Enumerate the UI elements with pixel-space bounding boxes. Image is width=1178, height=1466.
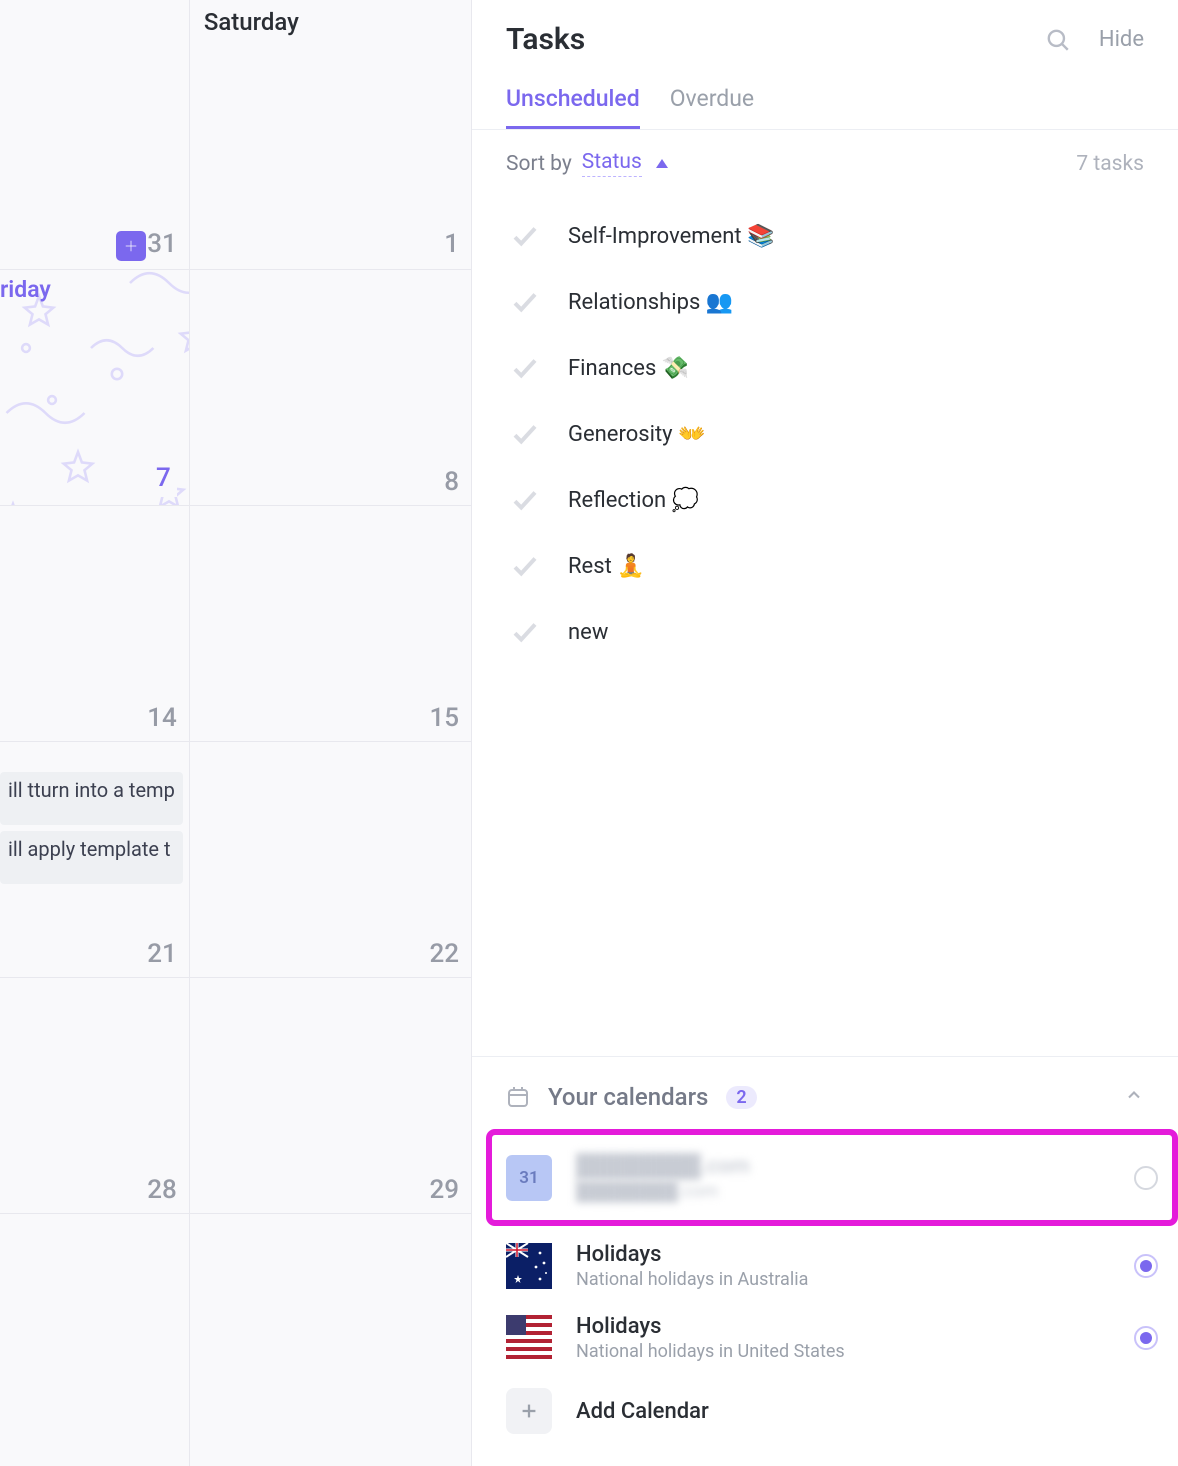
date-number: 21 bbox=[147, 939, 177, 969]
add-calendar-label: Add Calendar bbox=[576, 1399, 709, 1424]
calendar-name: Holidays bbox=[576, 1314, 845, 1339]
chip-sub bbox=[8, 863, 175, 878]
your-calendars-header[interactable]: Your calendars 2 bbox=[472, 1083, 1178, 1131]
calendar-cell[interactable]: 29 bbox=[190, 978, 471, 1214]
tabs: Unscheduled Overdue bbox=[472, 57, 1178, 130]
sort-label: Sort by bbox=[506, 152, 572, 176]
check-icon[interactable] bbox=[510, 287, 540, 317]
flag-au-icon bbox=[506, 1243, 552, 1289]
tab-unscheduled[interactable]: Unscheduled bbox=[506, 85, 640, 129]
calendar-radio[interactable] bbox=[1134, 1326, 1158, 1350]
day-header-friday: 31 bbox=[0, 0, 189, 270]
flag-us-icon bbox=[506, 1315, 552, 1361]
task-label: Generosity 👐 bbox=[568, 422, 705, 447]
task-item[interactable]: Finances 💸 bbox=[510, 335, 1158, 401]
calendar-grid: 31 bbox=[0, 0, 472, 1466]
plus-icon bbox=[518, 1400, 540, 1422]
date-number: 8 bbox=[444, 467, 459, 497]
task-item[interactable]: Self-Improvement 📚 bbox=[510, 203, 1158, 269]
plus-icon bbox=[122, 237, 140, 255]
task-label: Finances 💸 bbox=[568, 356, 689, 381]
calendar-task-chip[interactable]: ill tturn into a temp bbox=[0, 772, 183, 825]
calendar-icon bbox=[506, 1085, 530, 1109]
task-item[interactable]: Reflection 💭 bbox=[510, 467, 1158, 533]
task-label: new bbox=[568, 620, 608, 645]
check-icon[interactable] bbox=[510, 485, 540, 515]
calendar-cell[interactable]: ill tturn into a temp ill apply template… bbox=[0, 742, 189, 978]
calendar-list: ████████.com ████████.com Holidays Natio… bbox=[472, 1135, 1178, 1466]
calendar-cell[interactable]: 22 bbox=[190, 742, 471, 978]
calendar-cell[interactable]: riday 7 bbox=[0, 270, 189, 506]
date-number: 1 bbox=[444, 229, 459, 259]
add-event-button[interactable] bbox=[116, 231, 146, 261]
collapse-button[interactable] bbox=[1124, 1085, 1144, 1109]
check-icon[interactable] bbox=[510, 617, 540, 647]
task-count: 7 tasks bbox=[1076, 152, 1144, 176]
chevron-up-icon bbox=[1124, 1085, 1144, 1105]
calendar-cell[interactable]: 28 bbox=[0, 978, 189, 1214]
calendar-column-saturday: Saturday 1 8 15 22 29 bbox=[190, 0, 471, 1466]
calendar-sub: ████████.com bbox=[576, 1181, 750, 1202]
chip-sub bbox=[8, 804, 175, 819]
sort-bar: Sort by Status 7 tasks bbox=[472, 130, 1178, 197]
date-number: 29 bbox=[429, 1175, 459, 1205]
date-number: 7 bbox=[150, 459, 177, 497]
day-header-saturday: Saturday 1 bbox=[190, 0, 471, 270]
task-label: Self-Improvement 📚 bbox=[568, 224, 774, 249]
task-item[interactable]: new bbox=[510, 599, 1158, 665]
plus-box-icon bbox=[506, 1388, 552, 1434]
google-calendar-icon bbox=[506, 1155, 552, 1201]
weekday-label: Saturday bbox=[204, 8, 457, 36]
date-number: 22 bbox=[429, 939, 459, 969]
date-number: 14 bbox=[147, 703, 177, 733]
check-icon[interactable] bbox=[510, 551, 540, 581]
holiday-label: riday bbox=[0, 276, 51, 303]
date-number: 28 bbox=[147, 1175, 177, 1205]
chip-title: ill apply template t bbox=[8, 837, 171, 861]
calendar-cell[interactable]: 15 bbox=[190, 506, 471, 742]
task-item[interactable]: Rest 🧘 bbox=[510, 533, 1158, 599]
search-icon[interactable] bbox=[1045, 27, 1071, 53]
date-number: 31 bbox=[147, 229, 177, 259]
add-calendar-button[interactable]: Add Calendar bbox=[506, 1374, 1158, 1442]
task-label: Reflection 💭 bbox=[568, 488, 699, 513]
task-label: Rest 🧘 bbox=[568, 554, 645, 579]
calendar-radio[interactable] bbox=[1134, 1254, 1158, 1278]
check-icon[interactable] bbox=[510, 221, 540, 251]
calendar-count-badge: 2 bbox=[726, 1086, 756, 1109]
panel-header: Tasks Hide bbox=[472, 0, 1178, 57]
check-icon[interactable] bbox=[510, 419, 540, 449]
calendar-cell[interactable]: 14 bbox=[0, 506, 189, 742]
calendar-radio[interactable] bbox=[1134, 1166, 1158, 1190]
calendar-task-chip[interactable]: ill apply template t bbox=[0, 831, 183, 884]
task-list: Self-Improvement 📚 Relationships 👥 Finan… bbox=[472, 197, 1178, 665]
panel-title: Tasks bbox=[506, 22, 585, 57]
tab-overdue[interactable]: Overdue bbox=[670, 85, 754, 129]
calendar-item-holidays-au[interactable]: Holidays National holidays in Australia bbox=[506, 1230, 1158, 1302]
calendar-item-primary[interactable]: ████████.com ████████.com bbox=[492, 1135, 1172, 1220]
calendar-name: Holidays bbox=[576, 1242, 808, 1267]
check-icon[interactable] bbox=[510, 353, 540, 383]
task-label: Relationships 👥 bbox=[568, 290, 733, 315]
task-item[interactable]: Generosity 👐 bbox=[510, 401, 1158, 467]
calendar-item-holidays-us[interactable]: Holidays National holidays in United Sta… bbox=[506, 1302, 1158, 1374]
your-calendars-section: Your calendars 2 ████████.com ████████.c… bbox=[472, 1056, 1178, 1466]
calendar-name: ████████.com bbox=[576, 1153, 750, 1179]
calendar-cell[interactable]: 8 bbox=[190, 270, 471, 506]
your-calendars-title: Your calendars bbox=[548, 1083, 708, 1111]
hide-button[interactable]: Hide bbox=[1099, 27, 1144, 52]
task-item[interactable]: Relationships 👥 bbox=[510, 269, 1158, 335]
calendar-sub: National holidays in United States bbox=[576, 1341, 845, 1362]
tasks-panel: Tasks Hide Unscheduled Overdue Sort by S… bbox=[472, 0, 1178, 1466]
sort-dropdown[interactable]: Status bbox=[582, 150, 642, 177]
chip-title: ill tturn into a temp bbox=[8, 778, 175, 802]
date-number: 15 bbox=[429, 703, 459, 733]
calendar-column-friday: 31 bbox=[0, 0, 190, 1466]
calendar-sub: National holidays in Australia bbox=[576, 1269, 808, 1290]
caret-up-icon[interactable] bbox=[656, 159, 668, 168]
